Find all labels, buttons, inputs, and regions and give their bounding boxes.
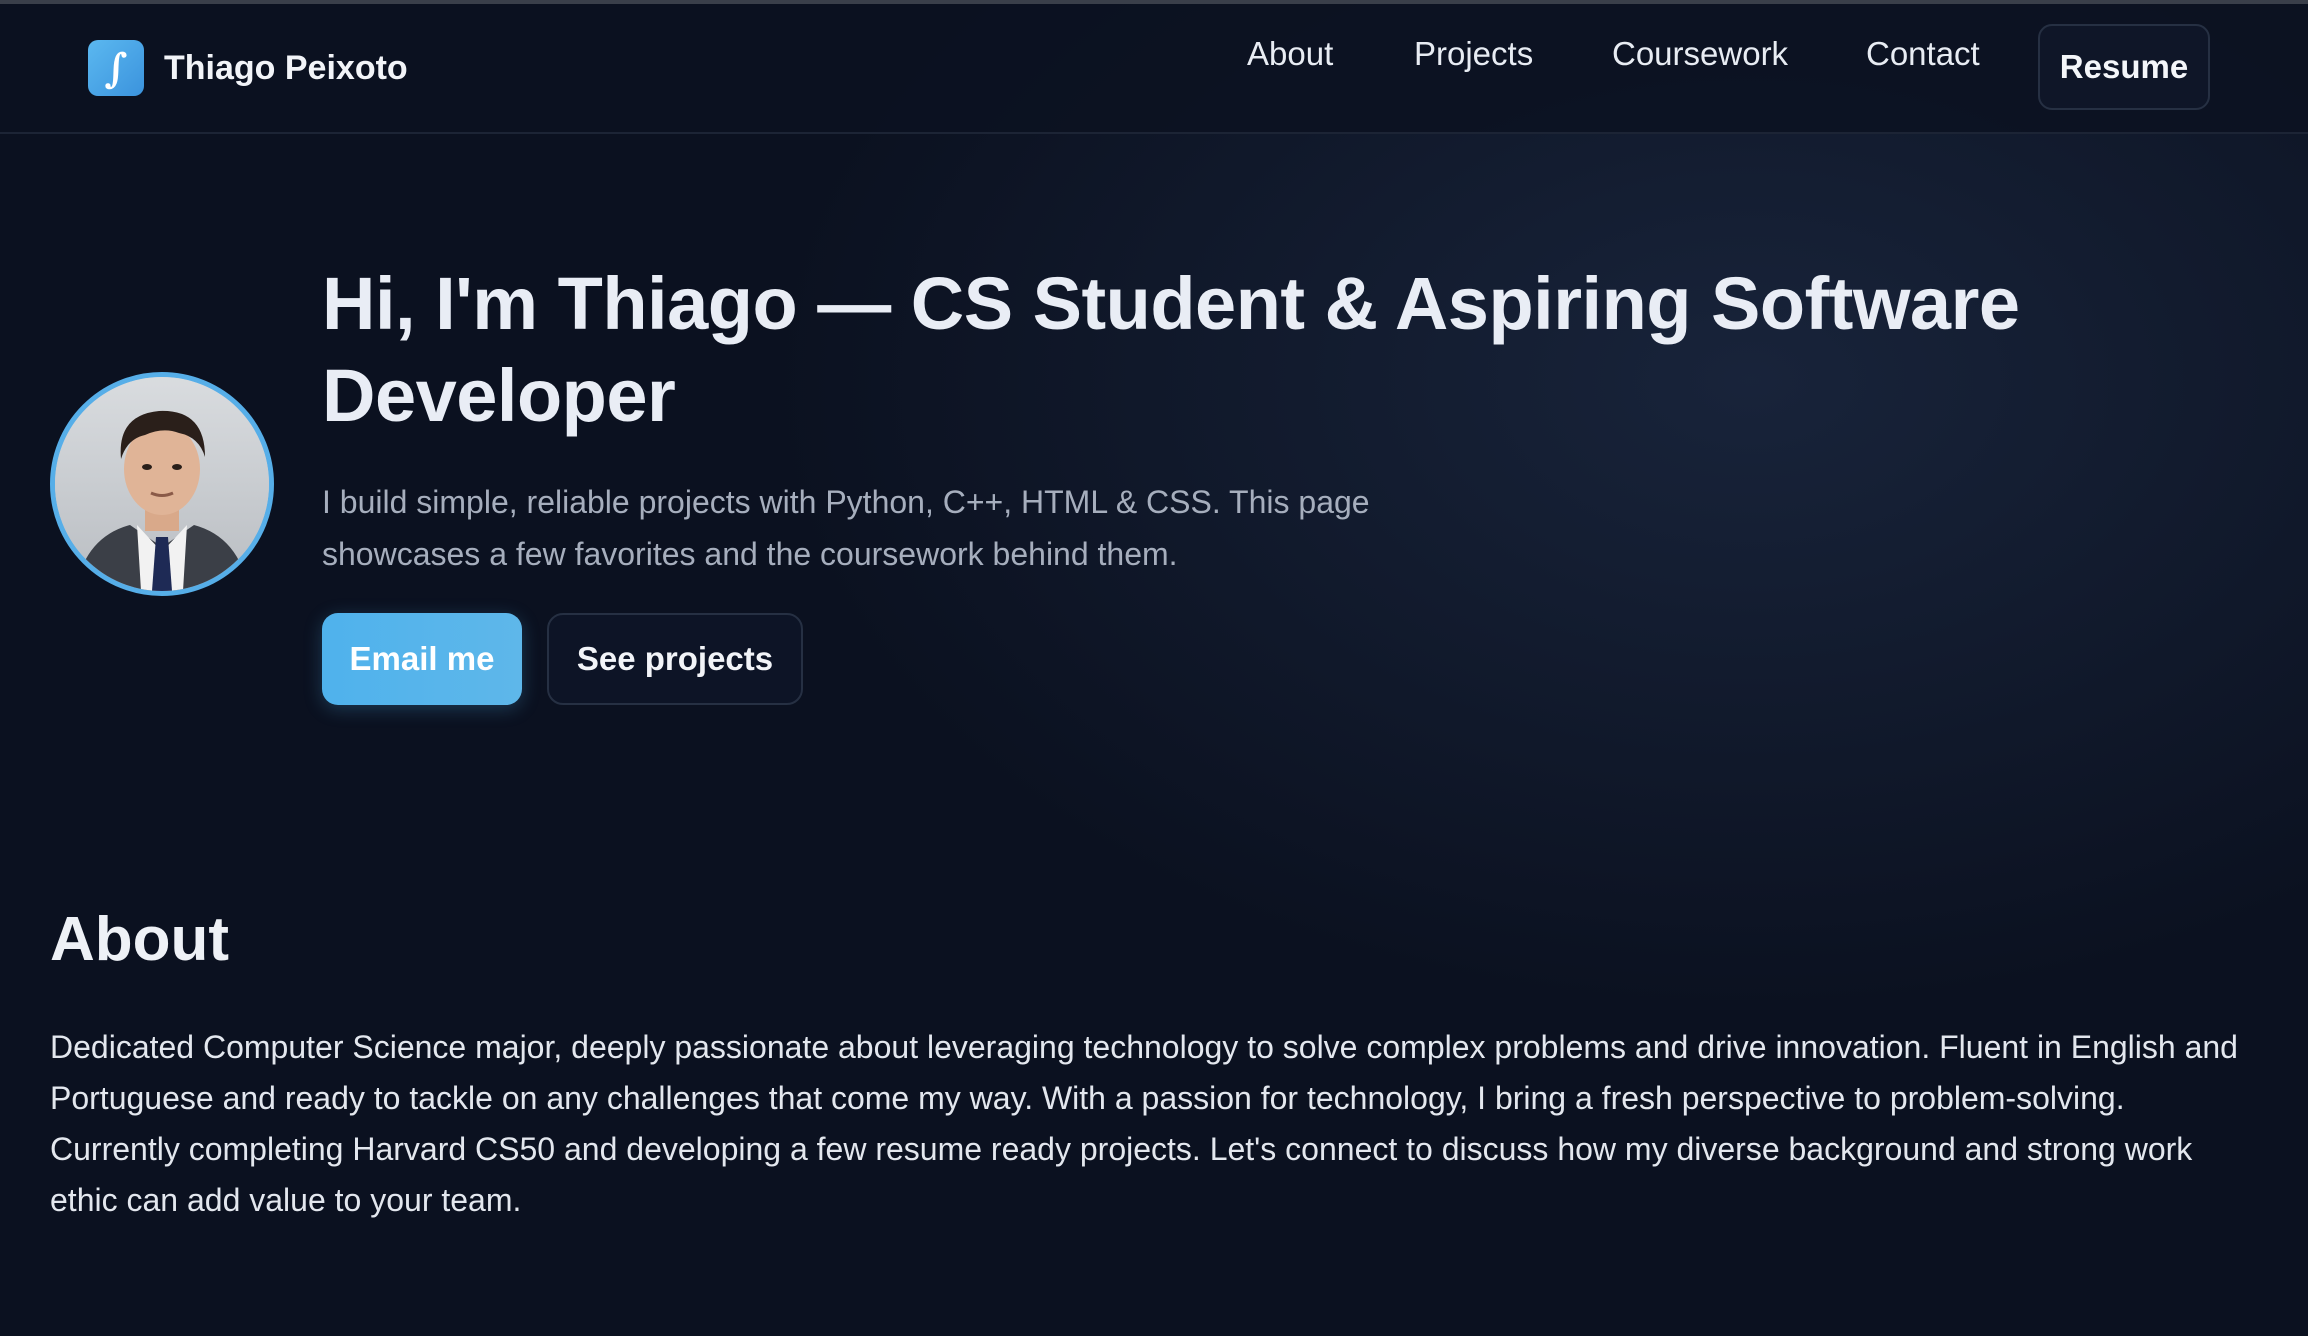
about-body: Dedicated Computer Science major, deeply…	[50, 1029, 2238, 1218]
nav-link-projects[interactable]: Projects	[1414, 30, 1533, 78]
nav-link-about[interactable]: About	[1247, 30, 1333, 78]
nav-links: About Projects Coursework Contact	[0, 30, 2308, 90]
hero-subtitle: I build simple, reliable projects with P…	[322, 484, 1370, 572]
email-me-button[interactable]: Email me	[322, 613, 522, 705]
hero-title: Hi, I'm Thiago — CS Student & Aspiring S…	[322, 262, 2020, 437]
profile-photo-icon	[55, 377, 269, 591]
about-heading: About	[50, 905, 230, 974]
nav-link-coursework[interactable]: Coursework	[1612, 30, 1788, 78]
avatar	[50, 372, 274, 596]
see-projects-button[interactable]: See projects	[547, 613, 803, 705]
navbar: ∫ Thiago Peixoto About Projects Coursewo…	[0, 4, 2308, 134]
nav-link-contact[interactable]: Contact	[1866, 30, 1980, 78]
resume-button[interactable]: Resume	[2038, 24, 2210, 110]
